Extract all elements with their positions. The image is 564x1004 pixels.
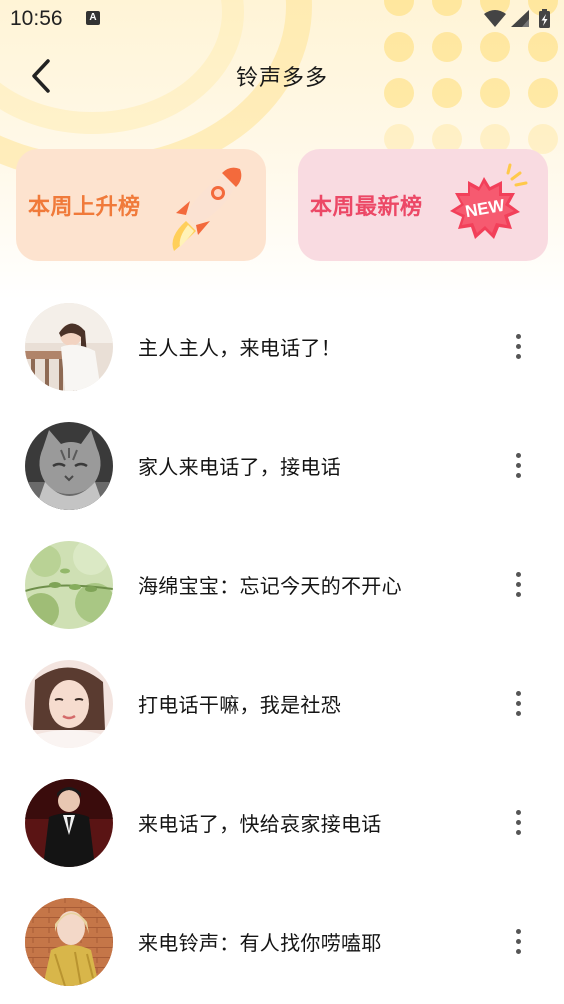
avatar: [25, 898, 113, 986]
avatar: [25, 541, 113, 629]
new-badge-icon: NEW: [450, 163, 528, 239]
more-options-button[interactable]: [506, 806, 532, 840]
ringtone-title: 家人来电话了，接电话: [138, 455, 341, 479]
avatar: [25, 660, 113, 748]
ringtone-item[interactable]: 主人主人，来电话了！: [0, 288, 564, 407]
more-options-button[interactable]: [506, 687, 532, 721]
avatar: [25, 779, 113, 867]
more-options-button[interactable]: [506, 330, 532, 364]
page-title: 铃声多多: [235, 66, 328, 91]
ringtone-item[interactable]: 打电话干嘛，我是社恐: [0, 645, 564, 764]
avatar: [25, 303, 113, 391]
ringtone-title: 海绵宝宝：忘记今天的不开心: [138, 574, 402, 598]
avatar: [25, 422, 113, 510]
ringtone-item[interactable]: 家人来电话了，接电话: [0, 407, 564, 526]
ringtone-item[interactable]: 来电铃声：有人找你唠嗑耶: [0, 883, 564, 1002]
ringtone-item[interactable]: 海绵宝宝：忘记今天的不开心: [0, 526, 564, 645]
ringtone-title: 来电话了，快给哀家接电话: [138, 812, 382, 836]
ringtone-title: 打电话干嘛，我是社恐: [138, 693, 341, 717]
more-options-button[interactable]: [506, 568, 532, 602]
battery-charging-icon: [539, 9, 550, 28]
weekly-new-chart-card[interactable]: 本周最新榜 NEW: [298, 149, 548, 261]
signal-icon: [511, 10, 529, 27]
more-options-button[interactable]: [506, 449, 532, 483]
weekly-rising-chart-label: 本周上升榜: [28, 195, 141, 220]
ringtone-item[interactable]: 来电话了，快给哀家接电话: [0, 764, 564, 883]
weekly-rising-chart-card[interactable]: 本周上升榜: [16, 149, 266, 261]
status-time: 10:56: [10, 7, 63, 30]
rocket-icon: [172, 167, 242, 251]
ringtone-title: 主人主人，来电话了！: [138, 336, 341, 360]
more-options-button[interactable]: [506, 925, 532, 959]
a-icon: A: [86, 11, 100, 25]
wifi-icon: [484, 10, 506, 27]
weekly-new-chart-label: 本周最新榜: [310, 195, 423, 220]
status-bar: 10:56 A: [0, 0, 564, 38]
ringtone-title: 来电铃声：有人找你唠嗑耶: [138, 931, 382, 955]
